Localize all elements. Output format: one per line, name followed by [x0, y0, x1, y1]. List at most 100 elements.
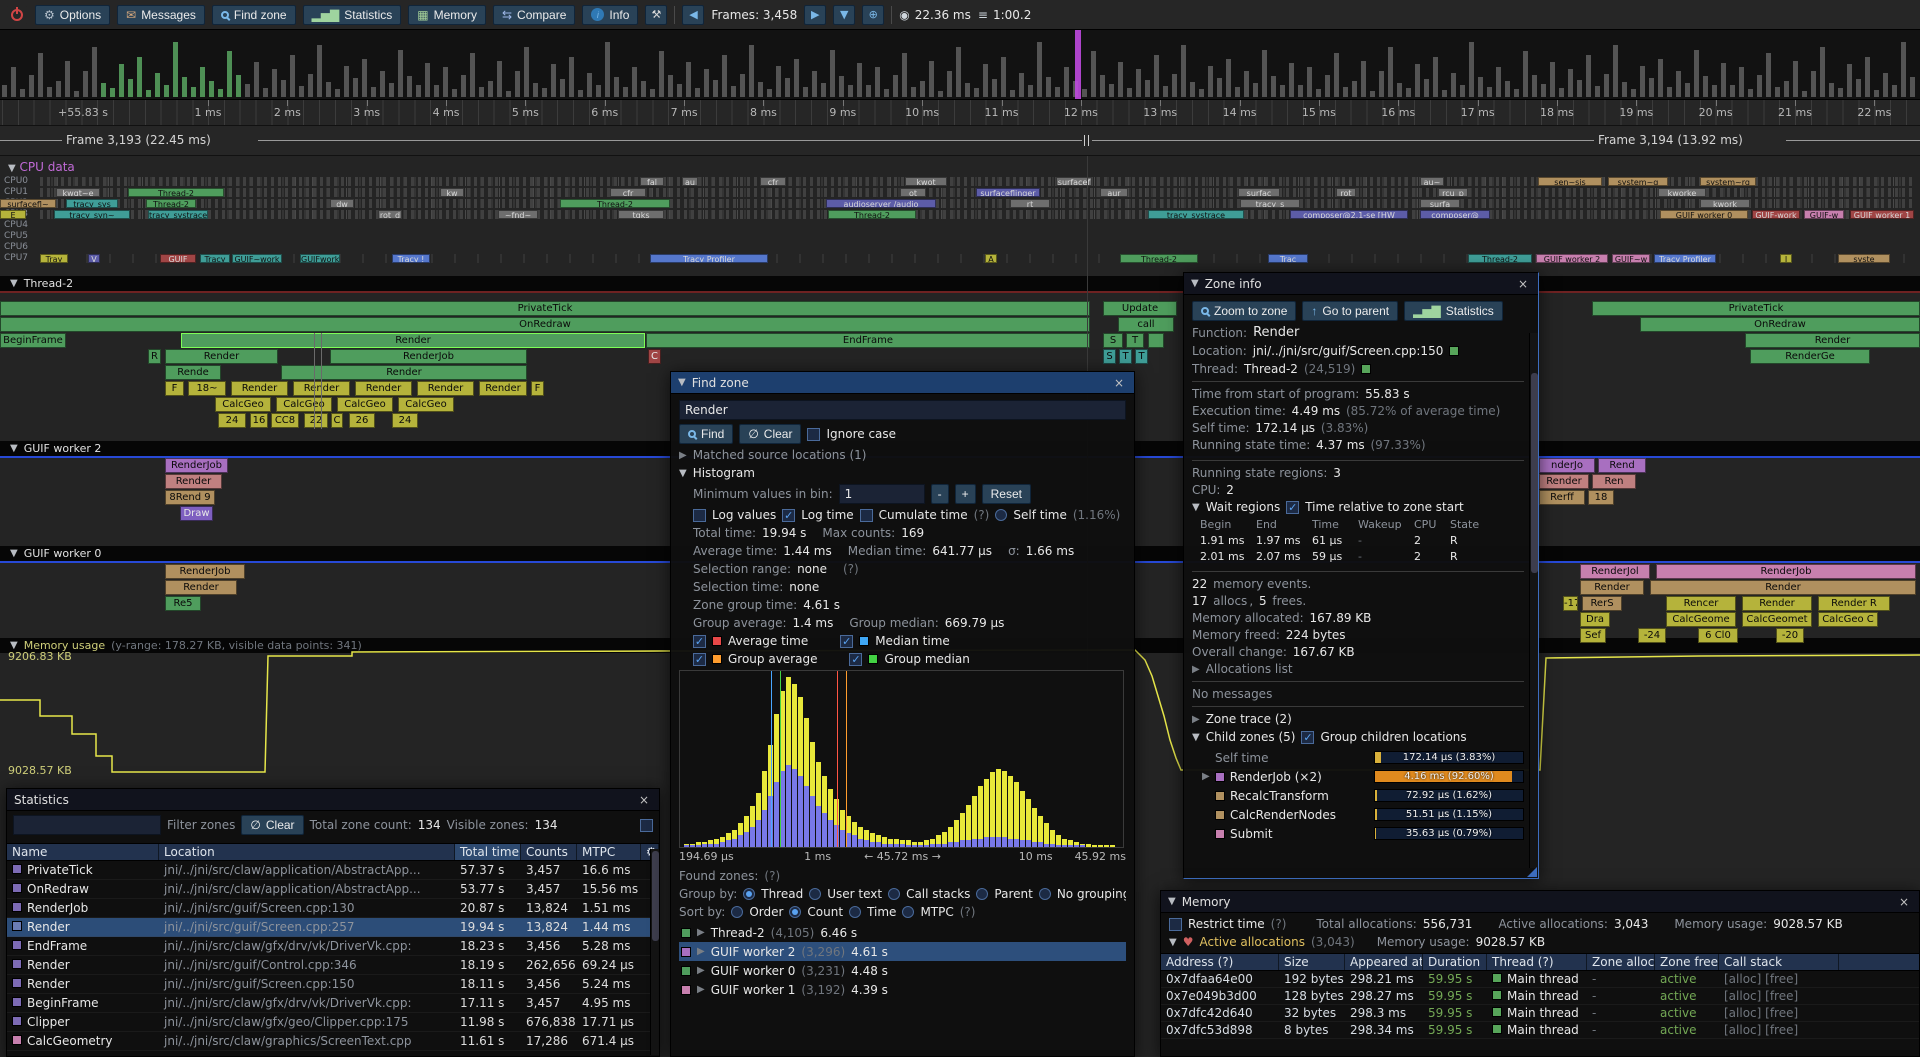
column-header-name[interactable]: Name — [7, 844, 159, 860]
table-row[interactable]: OnRedrawjni/../jni/src/claw/application/… — [7, 880, 659, 899]
table-row[interactable]: Renderjni/../jni/src/guif/Control.cpp:34… — [7, 956, 659, 975]
collapse-icon[interactable]: ▼ — [678, 377, 686, 388]
table-row[interactable]: PrivateTickjni/../jni/src/claw/applicati… — [7, 861, 659, 880]
filter-zones-input[interactable] — [13, 815, 161, 835]
timeline-zone[interactable]: nderJo — [1539, 458, 1595, 473]
timeline-zone[interactable]: Sef — [1580, 628, 1606, 643]
expand-icon[interactable]: ▶ — [679, 450, 687, 461]
memory-column-header-zone-alloc[interactable]: Zone alloc — [1587, 954, 1655, 970]
timeline-zone[interactable]: F — [165, 381, 184, 396]
expand-icon[interactable]: ▶ — [1192, 664, 1200, 675]
statistics-window[interactable]: Statistics × Filter zones ∅Clear Total z… — [6, 788, 660, 1057]
timeline-zone[interactable]: 8Rend 9 — [165, 490, 215, 505]
go-to-parent-button[interactable]: ↑Go to parent — [1302, 301, 1398, 321]
memory-column-header-call-stack[interactable]: Call stack — [1719, 954, 1839, 970]
group-by-radio-parent[interactable] — [976, 888, 988, 900]
group-by-radio-user-text[interactable] — [809, 888, 821, 900]
goto-frame-button[interactable]: ⊕ — [862, 5, 884, 25]
toolbar-button-options[interactable]: ⚙Options — [35, 5, 110, 25]
legend-checkbox[interactable] — [849, 653, 862, 666]
group-by-radio-call-stacks[interactable] — [888, 888, 900, 900]
close-icon[interactable]: × — [1515, 277, 1531, 291]
child-zone-row[interactable]: RecalcTransform72.92 μs (1.62%) — [1192, 786, 1524, 805]
timeline-zone[interactable]: CalcGeo — [337, 397, 393, 412]
toolbar-button-info[interactable]: iInfo — [582, 5, 638, 25]
self-time-radio[interactable] — [995, 509, 1007, 521]
timeline-zone[interactable]: 16 — [250, 413, 268, 428]
legend-checkbox[interactable] — [840, 635, 853, 648]
sort-by-radio-order[interactable] — [731, 906, 743, 918]
timeline-zone[interactable]: PrivateTick — [1592, 301, 1920, 316]
memory-table-row[interactable]: 0x7e049b3d00128 bytes298.27 ms59.95 sMai… — [1161, 988, 1919, 1005]
thread-value[interactable]: Thread-2 — [1244, 362, 1298, 376]
sort-by-radio-mtpc[interactable] — [902, 906, 914, 918]
timeline-zone[interactable]: RerS — [1582, 596, 1622, 611]
ignore-case-checkbox[interactable] — [807, 428, 820, 441]
timeline-zone[interactable]: RenderJob — [330, 349, 527, 364]
timeline-zone[interactable]: C — [648, 349, 661, 364]
timeline-zone[interactable]: 22 — [304, 413, 328, 428]
cumulate-time-checkbox[interactable] — [860, 509, 873, 522]
table-row[interactable]: BeginFramejni/../jni/src/claw/gfx/drv/vk… — [7, 994, 659, 1013]
memory-column-header-duration[interactable]: Duration — [1423, 954, 1487, 970]
timeline-zone[interactable]: Render — [1742, 596, 1812, 611]
timeline-zone[interactable]: PrivateTick — [0, 301, 1090, 316]
toolbar-button-memory[interactable]: ▦Memory — [408, 5, 486, 25]
expand-icon[interactable]: ▶ — [1192, 714, 1200, 725]
restrict-time-checkbox[interactable] — [1169, 918, 1182, 931]
memory-table-row[interactable]: 0x7dfc42d64032 bytes298.3 ms59.95 sMain … — [1161, 1005, 1919, 1022]
scrollbar-thumb[interactable] — [652, 851, 659, 941]
table-row[interactable]: CalcGeometryjni/../jni/src/claw/graphics… — [7, 1032, 659, 1051]
timeline-zone[interactable]: S — [1103, 333, 1123, 348]
timeline-zone[interactable]: Render — [417, 381, 474, 396]
timeline-zone[interactable]: call — [1118, 317, 1174, 332]
memory-window[interactable]: ▼ Memory × Restrict time (?) Total alloc… — [1160, 890, 1920, 1057]
memory-column-header-thread[interactable]: Thread (?) — [1487, 954, 1587, 970]
table-row[interactable]: Renderjni/../jni/src/guif/Screen.cpp:150… — [7, 975, 659, 994]
timeline-zone[interactable]: Render — [165, 474, 222, 489]
log-time-checkbox[interactable] — [782, 509, 795, 522]
sort-by-radio-time[interactable] — [849, 906, 861, 918]
timeline-zone[interactable]: Render — [181, 333, 645, 348]
toolbar-button-compare[interactable]: ⇆Compare — [493, 5, 575, 25]
memory-column-header-appeared-at[interactable]: Appeared at — [1345, 954, 1423, 970]
memory-column-header-zone-free[interactable]: Zone free — [1655, 954, 1719, 970]
timeline-zone[interactable]: RenderJol — [1580, 564, 1650, 579]
found-zone-group[interactable]: ▶Thread-2(4,105)6.46 s — [679, 923, 1126, 942]
scrollbar[interactable] — [1529, 333, 1538, 868]
table-row[interactable]: RenderJobjni/../jni/src/guif/Screen.cpp:… — [7, 899, 659, 918]
timeline-zone[interactable]: 6 Cl0 — [1698, 628, 1738, 643]
timeline-zone[interactable]: Rencer — [1666, 596, 1736, 611]
time-relative-checkbox[interactable] — [1286, 501, 1299, 514]
timeline-zone[interactable]: -20 — [1776, 628, 1804, 643]
timeline-zone[interactable]: 26 — [349, 413, 375, 428]
child-zone-row[interactable]: CalcRenderNodes51.51 μs (1.15%) — [1192, 805, 1524, 824]
memory-table-row[interactable]: 0x7dfaa64e00192 bytes298.21 ms59.95 sMai… — [1161, 971, 1919, 988]
timeline-zone[interactable]: 24 — [218, 413, 246, 428]
timeline-zone[interactable]: 24 — [392, 413, 418, 428]
memory-table-row[interactable]: 0x7dfc53d8988 bytes298.34 ms59.95 sMain … — [1161, 1022, 1919, 1039]
collapse-icon[interactable]: ▼ — [1168, 896, 1176, 907]
timeline-zone[interactable]: OnRedraw — [0, 317, 1090, 332]
scrollbar-thumb[interactable] — [1531, 373, 1538, 573]
timeline-zone[interactable]: 18 — [1588, 490, 1614, 505]
decrement-button[interactable]: - — [931, 484, 949, 504]
memory-column-header-size[interactable]: Size — [1279, 954, 1345, 970]
found-zone-group[interactable]: ▶GUIF worker 1(3,192)4.39 s — [679, 980, 1126, 999]
prev-frame-button[interactable]: ◀ — [682, 5, 704, 25]
find-zone-titlebar[interactable]: ▼ Find zone × — [671, 372, 1134, 394]
clear-button[interactable]: ∅Clear — [739, 424, 801, 444]
find-zone-window[interactable]: ▼ Find zone × Find ∅Clear Ignore case ▶M… — [670, 371, 1135, 1057]
find-zone-search-input[interactable] — [679, 400, 1126, 420]
timeline-zone[interactable] — [1148, 333, 1164, 348]
legend-checkbox[interactable] — [693, 653, 706, 666]
found-zone-group[interactable]: ▶GUIF worker 2(3,296)4.61 s — [679, 942, 1126, 961]
close-icon[interactable]: × — [1896, 895, 1912, 909]
timeline-zone[interactable]: Render — [1539, 474, 1589, 489]
timeline-zone[interactable]: S — [1103, 349, 1116, 364]
wait-table-row[interactable]: 2.01 ms2.07 ms59 μs-2R — [1200, 550, 1524, 566]
child-zone-row[interactable]: ▶RenderJob (×2)4.16 ms (92.60%) — [1192, 767, 1524, 786]
close-icon[interactable]: × — [636, 793, 652, 807]
close-icon[interactable]: × — [1111, 376, 1127, 390]
legend-checkbox[interactable] — [693, 635, 706, 648]
